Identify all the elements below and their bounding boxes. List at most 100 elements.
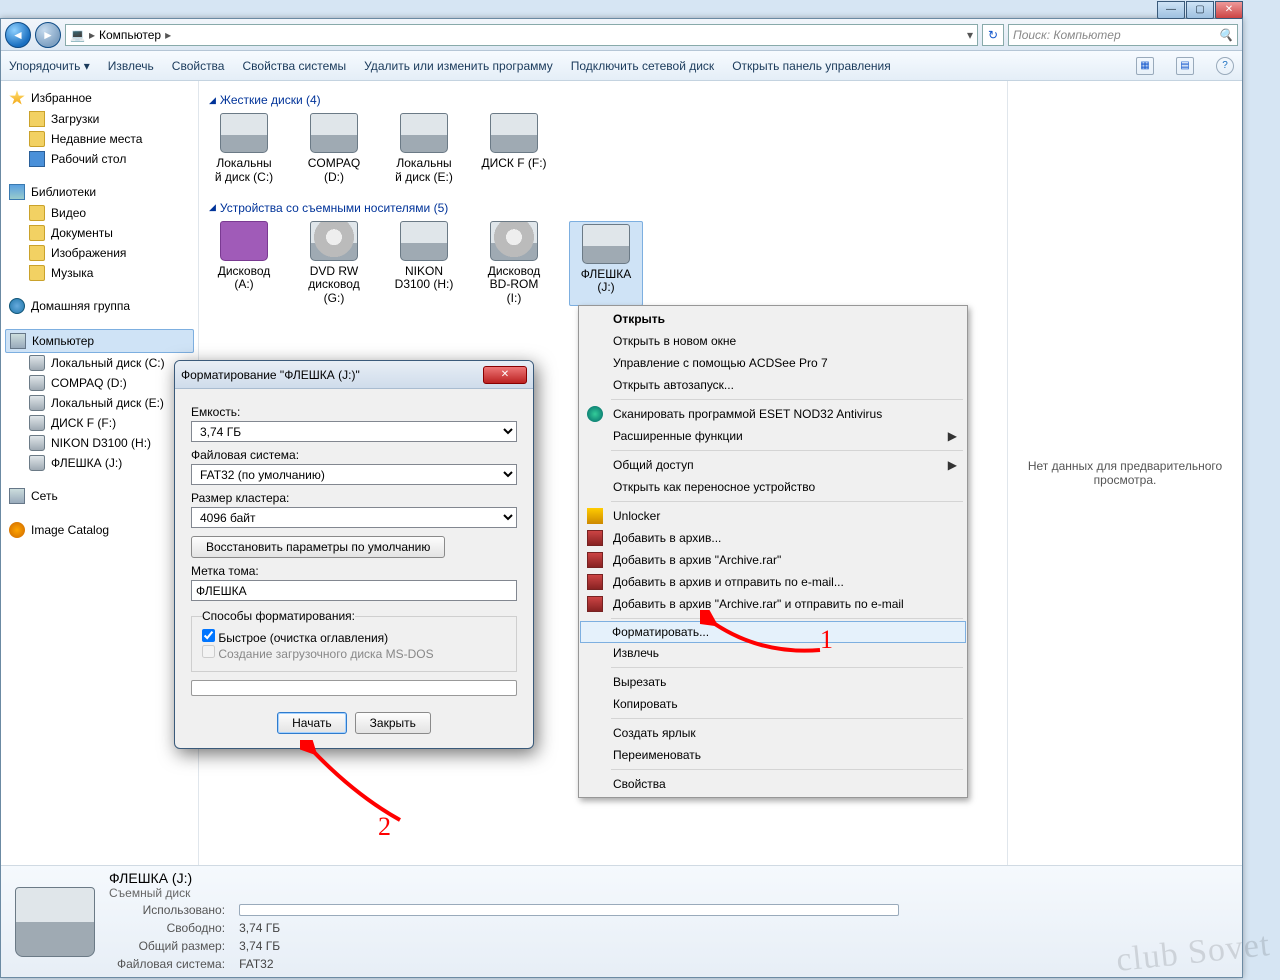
computer-header[interactable]: Компьютер [5,329,194,353]
system-properties-button[interactable]: Свойства системы [242,59,346,73]
section-hard-drives[interactable]: ◢Жесткие диски (4) [209,93,997,107]
map-drive-button[interactable]: Подключить сетевой диск [571,59,714,73]
menu-item[interactable]: Расширенные функции▶ [581,425,965,447]
menu-item-label: Unlocker [613,509,660,523]
rar-icon [587,530,603,546]
close-button[interactable]: ✕ [1215,1,1243,19]
dialog-close-button[interactable]: ✕ [483,366,527,384]
capacity-select[interactable]: 3,74 ГБ [191,421,517,442]
menu-item[interactable]: Unlocker [581,505,965,527]
drive-item[interactable]: COMPAQ(D:) [299,113,369,185]
menu-item[interactable]: Сканировать программой ESET NOD32 Antivi… [581,403,965,425]
menu-item[interactable]: Форматировать... [580,621,966,643]
sidebar-item-drive-j[interactable]: ФЛЕШКА (J:) [5,453,194,473]
libraries-header[interactable]: Библиотеки [5,181,194,203]
menu-item[interactable]: Вырезать [581,671,965,693]
breadcrumb-sep: ▸ [89,28,95,42]
format-progress [191,680,517,696]
volume-label-input[interactable] [191,580,517,601]
filesystem-select[interactable]: FAT32 (по умолчанию) [191,464,517,485]
breadcrumb[interactable]: Компьютер [99,28,161,42]
close-dialog-button[interactable]: Закрыть [355,712,431,734]
view-button[interactable]: ▦ [1136,57,1154,75]
sidebar-item-drive-e[interactable]: Локальный диск (E:) [5,393,194,413]
drive-label: NIKOND3100 (H:) [389,265,459,293]
sidebar-item-drive-h[interactable]: NIKON D3100 (H:) [5,433,194,453]
programs-button[interactable]: Удалить или изменить программу [364,59,553,73]
favorites-header[interactable]: Избранное [5,87,194,109]
drive-item[interactable]: Локальный диск (C:) [209,113,279,185]
drive-item[interactable]: Локальный диск (E:) [389,113,459,185]
menu-item[interactable]: Добавить в архив "Archive.rar" [581,549,965,571]
menu-item[interactable]: Открыть [581,308,965,330]
sidebar-item-pictures[interactable]: Изображения [5,243,194,263]
drive-icon [310,113,358,153]
drive-item[interactable]: ДисководBD-ROM(I:) [479,221,549,306]
msdos-boot-label: Создание загрузочного диска MS-DOS [218,647,433,661]
address-bar[interactable]: 💻 ▸ Компьютер ▸ ▾ [65,24,978,46]
eject-button[interactable]: Извлечь [108,59,154,73]
sidebar-item-music[interactable]: Музыка [5,263,194,283]
drive-item[interactable]: NIKOND3100 (H:) [389,221,459,306]
menu-item-label: Извлечь [613,646,659,660]
computer-icon [10,333,26,349]
help-button[interactable]: ? [1216,57,1234,75]
computer-icon: 💻 [70,28,85,42]
drive-item[interactable]: ФЛЕШКА(J:) [569,221,643,306]
sidebar-item-desktop[interactable]: Рабочий стол [5,149,194,169]
menu-item[interactable]: Открыть в новом окне [581,330,965,352]
preview-pane-button[interactable]: ▤ [1176,57,1194,75]
sidebar-item-documents[interactable]: Документы [5,223,194,243]
sidebar-item-drive-d[interactable]: COMPAQ (D:) [5,373,194,393]
dialog-titlebar[interactable]: Форматирование "ФЛЕШКА (J:)" ✕ [175,361,533,389]
quick-format-checkbox[interactable] [202,629,215,642]
image-catalog-header[interactable]: Image Catalog [5,519,194,541]
sidebar-item-drive-f[interactable]: ДИСК F (F:) [5,413,194,433]
submenu-arrow-icon: ▶ [948,429,957,443]
maximize-button[interactable]: ▢ [1186,1,1214,19]
network-header[interactable]: Сеть [5,485,194,507]
folder-icon [29,205,45,221]
refresh-button[interactable]: ↻ [982,24,1004,46]
menu-item[interactable]: Извлечь [581,642,965,664]
rar-icon [587,596,603,612]
menu-item[interactable]: Свойства [581,773,965,795]
menu-item-label: Добавить в архив... [613,531,721,545]
menu-item[interactable]: Открыть как переносное устройство [581,476,965,498]
restore-defaults-button[interactable]: Восстановить параметры по умолчанию [191,536,445,558]
back-button[interactable]: ◄ [5,22,31,48]
menu-item[interactable]: Управление с помощью ACDSee Pro 7 [581,352,965,374]
menu-item-label: Создать ярлык [613,726,696,740]
menu-item[interactable]: Добавить в архив... [581,527,965,549]
menu-item[interactable]: Создать ярлык [581,722,965,744]
sidebar-item-videos[interactable]: Видео [5,203,194,223]
forward-button[interactable]: ► [35,22,61,48]
search-input[interactable]: Поиск: Компьютер 🔍 [1008,24,1238,46]
rar-icon [587,552,603,568]
menu-separator [611,399,963,400]
properties-button[interactable]: Свойства [172,59,225,73]
quick-format-label: Быстрое (очистка оглавления) [218,631,388,645]
sidebar-item-recent[interactable]: Недавние места [5,129,194,149]
menu-item[interactable]: Добавить в архив "Archive.rar" и отправи… [581,593,965,615]
drive-label: ФЛЕШКА(J:) [572,268,640,296]
menu-item[interactable]: Добавить в архив и отправить по e-mail..… [581,571,965,593]
drive-item[interactable]: ДИСК F (F:) [479,113,549,185]
organize-button[interactable]: Упорядочить ▾ [9,59,90,73]
allocation-select[interactable]: 4096 байт [191,507,517,528]
sidebar-item-drive-c[interactable]: Локальный диск (C:) [5,353,194,373]
start-button[interactable]: Начать [277,712,347,734]
menu-item[interactable]: Копировать [581,693,965,715]
homegroup-header[interactable]: Домашняя группа [5,295,194,317]
address-dropdown-icon[interactable]: ▾ [967,28,973,42]
sidebar-item-downloads[interactable]: Загрузки [5,109,194,129]
minimize-button[interactable]: — [1157,1,1185,19]
drive-item[interactable]: Дисковод(A:) [209,221,279,306]
drive-item[interactable]: DVD RWдисковод(G:) [299,221,369,306]
section-removable[interactable]: ◢Устройства со съемными носителями (5) [209,201,997,215]
control-panel-button[interactable]: Открыть панель управления [732,59,891,73]
menu-item[interactable]: Открыть автозапуск... [581,374,965,396]
menu-item[interactable]: Переименовать [581,744,965,766]
allocation-label: Размер кластера: [191,491,517,505]
menu-item[interactable]: Общий доступ▶ [581,454,965,476]
